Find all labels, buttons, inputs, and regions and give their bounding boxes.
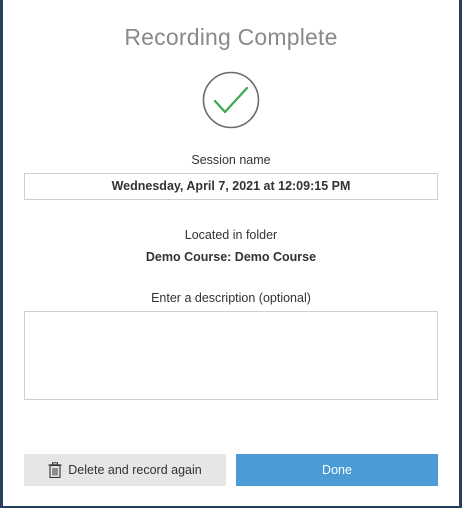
delete-button-label: Delete and record again xyxy=(68,463,202,477)
dialog-title: Recording Complete xyxy=(124,24,338,50)
session-name-field[interactable]: Wednesday, April 7, 2021 at 12:09:15 PM xyxy=(24,173,438,200)
delete-and-record-again-button[interactable]: Delete and record again xyxy=(24,454,226,486)
trash-icon xyxy=(48,462,62,478)
checkmark-circle-icon xyxy=(202,71,260,129)
description-field[interactable] xyxy=(24,311,438,400)
folder-value: Demo Course: Demo Course xyxy=(145,250,317,264)
session-name-label: Session name xyxy=(191,153,271,167)
done-button[interactable]: Done xyxy=(236,454,438,486)
folder-label: Located in folder xyxy=(184,228,278,242)
recording-complete-dialog: Recording Complete Session name Wednesda… xyxy=(3,0,459,506)
description-label: Enter a description (optional) xyxy=(151,291,311,305)
